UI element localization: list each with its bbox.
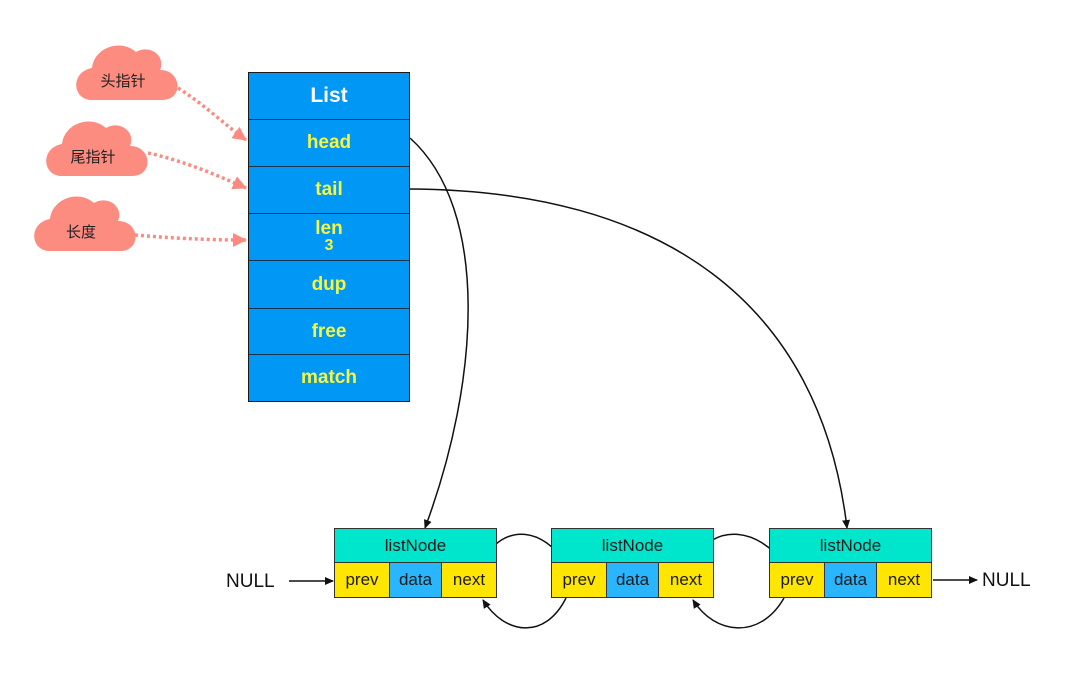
node-title: listNode xyxy=(770,529,931,563)
node-title: listNode xyxy=(552,529,713,563)
node-field-next: next xyxy=(877,563,931,597)
head-annotation-arrow xyxy=(177,86,248,142)
list-field-head: head xyxy=(249,120,409,167)
len-annotation-arrow xyxy=(134,232,247,247)
node-field-prev: prev xyxy=(335,563,390,597)
node-field-prev: prev xyxy=(770,563,825,597)
list-struct: List head tail len 3 dup free match xyxy=(248,72,410,402)
node-field-prev: prev xyxy=(552,563,607,597)
list-node-1: listNode prev data next xyxy=(334,528,497,598)
node2-prev-to-node1-edge xyxy=(692,597,785,629)
node-field-next: next xyxy=(659,563,713,597)
list-node-2: listNode prev data next xyxy=(551,528,714,598)
list-field-len: len 3 xyxy=(249,214,409,261)
head-to-first-node-edge xyxy=(409,137,469,529)
null-right-label: NULL xyxy=(982,570,1031,591)
list-field-dup: dup xyxy=(249,261,409,309)
tail-pointer-label: 尾指针 xyxy=(70,148,116,166)
length-label: 长度 xyxy=(65,223,96,241)
null-left-label: NULL xyxy=(226,571,275,592)
head-pointer-label: 头指针 xyxy=(100,72,146,90)
list-field-free: free xyxy=(249,309,409,355)
list-field-len-value: 3 xyxy=(324,237,334,254)
node-field-data: data xyxy=(390,563,442,597)
list-field-tail: tail xyxy=(249,167,409,214)
tail-annotation-arrow xyxy=(147,151,247,190)
node-field-data: data xyxy=(825,563,877,597)
list-node-3: listNode prev data next xyxy=(769,528,932,598)
node-field-data: data xyxy=(607,563,659,597)
tail-to-last-node-edge xyxy=(408,188,851,529)
node-title: listNode xyxy=(335,529,496,563)
node1-prev-to-node0-edge xyxy=(482,597,567,629)
list-field-len-name: len xyxy=(315,218,343,239)
list-field-match: match xyxy=(301,367,357,388)
node-field-next: next xyxy=(442,563,496,597)
list-title: List xyxy=(249,73,409,120)
